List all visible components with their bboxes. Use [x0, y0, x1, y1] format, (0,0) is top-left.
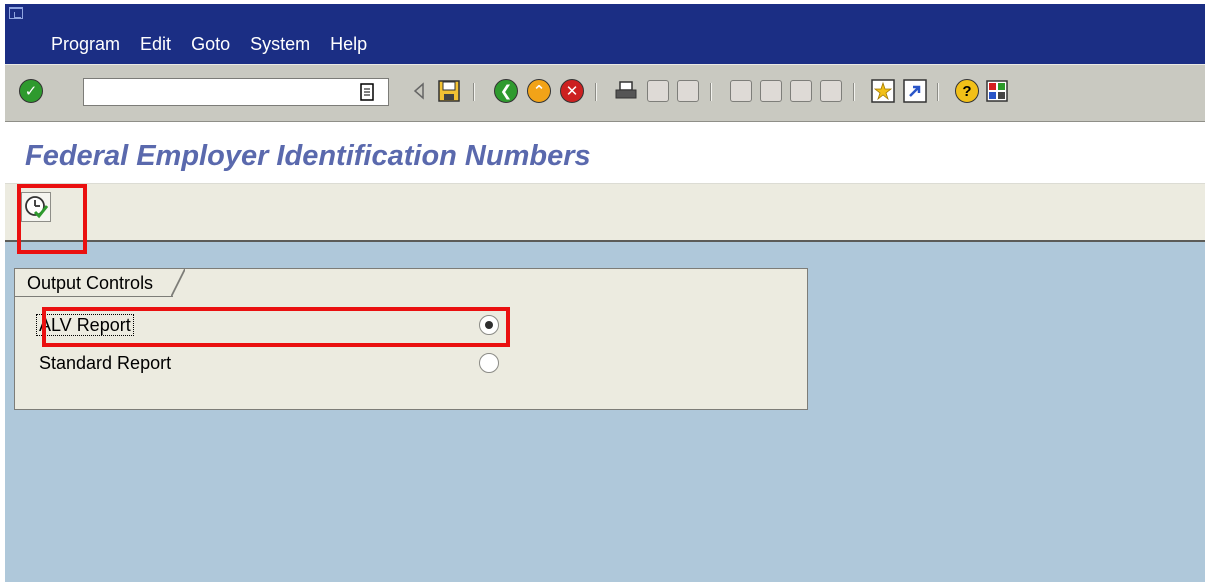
print-icon[interactable] [612, 77, 640, 105]
save-icon[interactable] [435, 77, 463, 105]
page-title: Federal Employer Identification Numbers [25, 140, 591, 172]
previous-page-icon[interactable] [757, 77, 785, 105]
output-controls-group: Output Controls ALV Report Standard Repo… [14, 268, 808, 410]
command-dropdown-icon[interactable] [351, 78, 383, 106]
alv-report-radio[interactable] [479, 315, 499, 335]
menu-system[interactable]: System [250, 34, 310, 55]
command-field[interactable] [83, 78, 389, 106]
sap-window: Program Edit Goto System Help ✓ ❮ ⌃ ✕ ? … [5, 4, 1205, 582]
menu-items: Program Edit Goto System Help [51, 34, 387, 55]
standard-toolbar: ✓ ❮ ⌃ ✕ ? [5, 64, 1205, 122]
title-bar: Federal Employer Identification Numbers [5, 122, 1205, 184]
menu-edit[interactable]: Edit [140, 34, 171, 55]
enter-check-icon[interactable]: ✓ [17, 77, 45, 105]
menu-bar: Program Edit Goto System Help [5, 4, 1205, 64]
output-controls-title: Output Controls [15, 269, 186, 297]
menu-goto[interactable]: Goto [191, 34, 230, 55]
standard-report-radio[interactable] [479, 353, 499, 373]
cancel-icon[interactable]: ✕ [558, 77, 586, 105]
execute-icon [25, 196, 48, 219]
next-page-icon[interactable] [787, 77, 815, 105]
back-icon[interactable]: ❮ [492, 77, 520, 105]
shortcut-icon[interactable] [901, 77, 929, 105]
help-icon[interactable]: ? [953, 77, 981, 105]
menu-program[interactable]: Program [51, 34, 120, 55]
find-icon[interactable] [644, 77, 672, 105]
application-toolbar [5, 184, 1205, 254]
option-label: Standard Report [39, 353, 172, 373]
first-page-icon[interactable] [727, 77, 755, 105]
menu-help[interactable]: Help [330, 34, 367, 55]
exit-icon[interactable]: ⌃ [525, 77, 553, 105]
option-standard-report[interactable]: Standard Report [39, 349, 499, 377]
option-label: ALV Report [36, 314, 134, 336]
find-next-icon[interactable] [674, 77, 702, 105]
last-page-icon[interactable] [817, 77, 845, 105]
layout-menu-icon[interactable] [983, 77, 1011, 105]
option-alv-report[interactable]: ALV Report [36, 311, 499, 339]
create-session-icon[interactable] [869, 77, 897, 105]
previous-icon[interactable] [405, 77, 433, 105]
execute-button[interactable] [21, 192, 51, 222]
system-menu-icon[interactable] [9, 7, 23, 19]
